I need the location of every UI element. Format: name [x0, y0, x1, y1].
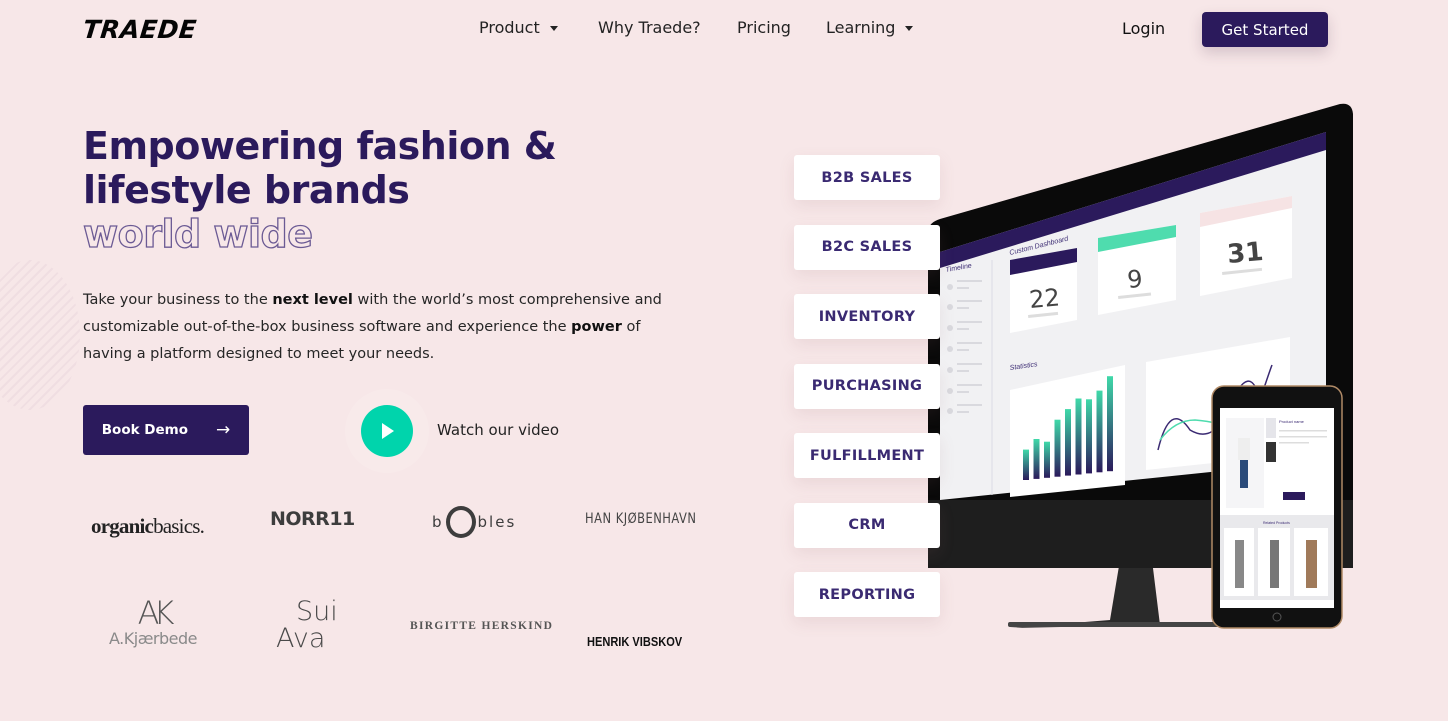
brand-logo-sui-ava: Sui Ava — [276, 598, 338, 652]
feature-card-b2c-sales[interactable]: B2C SALES — [794, 224, 940, 270]
brand-logo-bobles: b bles — [432, 506, 516, 538]
brand-logo-organic-basics: organicbasics. — [91, 514, 205, 539]
bar — [1065, 409, 1071, 476]
ring-icon — [445, 506, 476, 538]
kpi-card: 9 — [1098, 225, 1176, 315]
tablet-product-label: Product name — [1279, 419, 1305, 424]
bar — [1086, 399, 1092, 474]
kpi-value: 9 — [1126, 265, 1144, 294]
bar — [1044, 441, 1050, 478]
nav-why-traede-label: Why Traede? — [598, 18, 701, 37]
hero-headline: Empowering fashion & lifestyle brands wo… — [82, 124, 557, 257]
bar — [1033, 439, 1040, 479]
top-navigation: TRAEDE Product Why Traede? Pricing Learn… — [0, 0, 1448, 58]
nav-why-traede[interactable]: Why Traede? — [598, 18, 701, 37]
brand-logo-birgitte-herskind: BIRGITTE HERSKIND — [410, 620, 554, 632]
brand-text: bles — [477, 513, 517, 531]
lead-text: Take your business to the — [83, 292, 273, 308]
feature-card-crm[interactable]: CRM — [794, 502, 940, 548]
bar — [1054, 419, 1061, 477]
brand-logo-norr11: NORR11 — [270, 508, 355, 530]
chevron-down-icon — [905, 26, 914, 31]
kpi-value: 31 — [1226, 237, 1265, 270]
bar — [1075, 398, 1082, 475]
brand-text: Sui — [296, 596, 338, 627]
product-illustration: Timeline Custom Dashboard 22 9 31 Statis… — [920, 100, 1360, 640]
feature-card-inventory[interactable]: INVENTORY — [794, 294, 940, 339]
kpi-card: 22 — [1010, 248, 1077, 333]
brand-logo-han-kjobenhavn: HAN KJØBENHAVN — [585, 511, 697, 527]
tablet: Product name Related Products — [1211, 385, 1343, 629]
feature-card-purchasing[interactable]: PURCHASING — [794, 363, 940, 409]
brand-text: A.Kjærbede — [109, 629, 197, 648]
lead-emphasis: power — [571, 319, 622, 335]
nav-product-label: Product — [479, 18, 540, 37]
brand-text: organic — [91, 514, 154, 538]
bar — [1023, 449, 1029, 480]
monitor-stand — [1010, 560, 1160, 628]
login-link[interactable]: Login — [1122, 19, 1165, 38]
brand-text: basics. — [153, 514, 205, 538]
monitor-svg: Timeline Custom Dashboard 22 9 31 Statis… — [928, 103, 1353, 629]
nav-pricing[interactable]: Pricing — [737, 18, 791, 37]
nav-pricing-label: Pricing — [737, 18, 791, 37]
brand-logo-a-kjaerbede: AK A.Kjærbede — [104, 597, 202, 648]
feature-card-b2b-sales[interactable]: B2B SALES — [794, 155, 940, 200]
brand-text: b — [432, 513, 444, 531]
nav-product[interactable]: Product — [479, 18, 558, 37]
headline-line-1: Empowering fashion & — [83, 124, 557, 168]
hero-lead-text: Take your business to the next level wit… — [83, 287, 693, 368]
arrow-right-icon: → — [215, 420, 231, 440]
play-icon[interactable] — [361, 405, 413, 457]
nav-learning[interactable]: Learning — [826, 18, 914, 37]
bar — [1096, 390, 1103, 473]
bar — [1107, 376, 1113, 472]
book-demo-label: Book Demo — [101, 422, 188, 438]
lead-emphasis: next level — [272, 292, 353, 308]
get-started-button[interactable]: Get Started — [1202, 12, 1328, 47]
decorative-stripes — [0, 260, 80, 410]
brand-text: Ava — [276, 623, 326, 654]
chevron-down-icon — [549, 26, 558, 31]
nav-learning-label: Learning — [826, 18, 896, 37]
headline-line-2: lifestyle brands — [83, 168, 410, 212]
kpi-value: 22 — [1028, 283, 1061, 314]
book-demo-button[interactable]: Book Demo → — [83, 405, 249, 455]
tablet-related-label: Related Products — [1263, 521, 1290, 525]
brand-monogram: AK — [137, 594, 175, 632]
feature-card-reporting[interactable]: REPORTING — [794, 572, 940, 617]
traede-logo[interactable]: TRAEDE — [81, 15, 198, 44]
watch-video-link[interactable]: Watch our video — [437, 421, 559, 439]
brand-logo-henrik-vibskov: HENRIK VIBSKOV — [587, 634, 683, 649]
feature-card-fulfillment[interactable]: FULFILLMENT — [794, 433, 940, 478]
headline-outline: world wide — [82, 211, 313, 256]
